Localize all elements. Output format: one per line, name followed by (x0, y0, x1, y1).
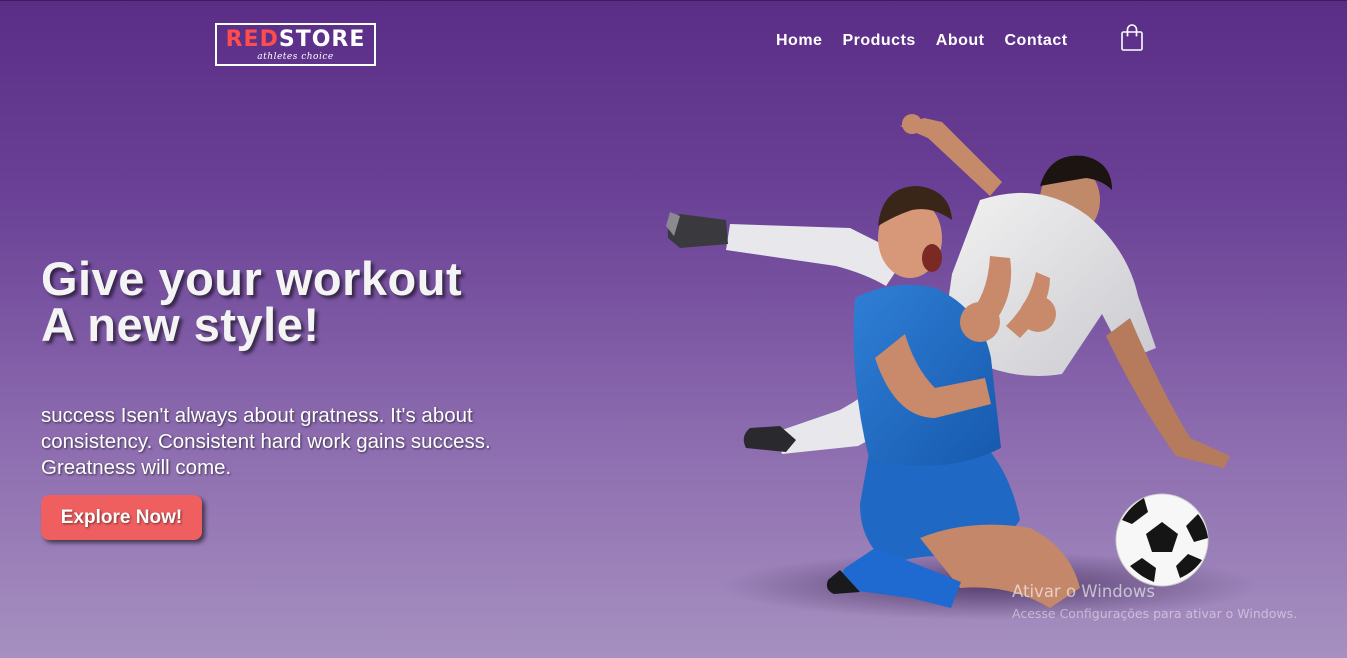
shopping-bag-icon[interactable] (1121, 24, 1143, 52)
football-players-image (666, 114, 1260, 620)
hero-title-line2: A new style! (41, 298, 320, 351)
logo-red-part: RED (225, 27, 279, 52)
brand-logo[interactable]: REDSTORE athletes choice (215, 23, 376, 66)
hero-title: Give your workout A new style! (41, 252, 463, 351)
logo-white-part: STORE (278, 27, 366, 52)
nav-about[interactable]: About (936, 31, 985, 51)
watermark-subtitle: Acesse Configurações para ativar o Windo… (1012, 606, 1298, 621)
logo-wordmark: REDSTORE (226, 28, 366, 52)
nav-contact[interactable]: Contact (1005, 31, 1068, 51)
main-nav: Home Products About Contact (776, 31, 1088, 51)
logo-tagline: athletes choice (257, 52, 334, 62)
nav-home[interactable]: Home (776, 31, 822, 51)
top-border (0, 0, 1347, 1)
explore-now-button[interactable]: Explore Now! (41, 495, 202, 540)
hero-description: success Isen't always about gratness. It… (41, 404, 491, 479)
nav-products[interactable]: Products (842, 31, 915, 51)
watermark-title: Ativar o Windows (1012, 582, 1155, 601)
hero-title-line1: Give your workout (41, 252, 463, 305)
windows-activation-watermark: Ativar o Windows Acesse Configurações pa… (1012, 582, 1297, 622)
